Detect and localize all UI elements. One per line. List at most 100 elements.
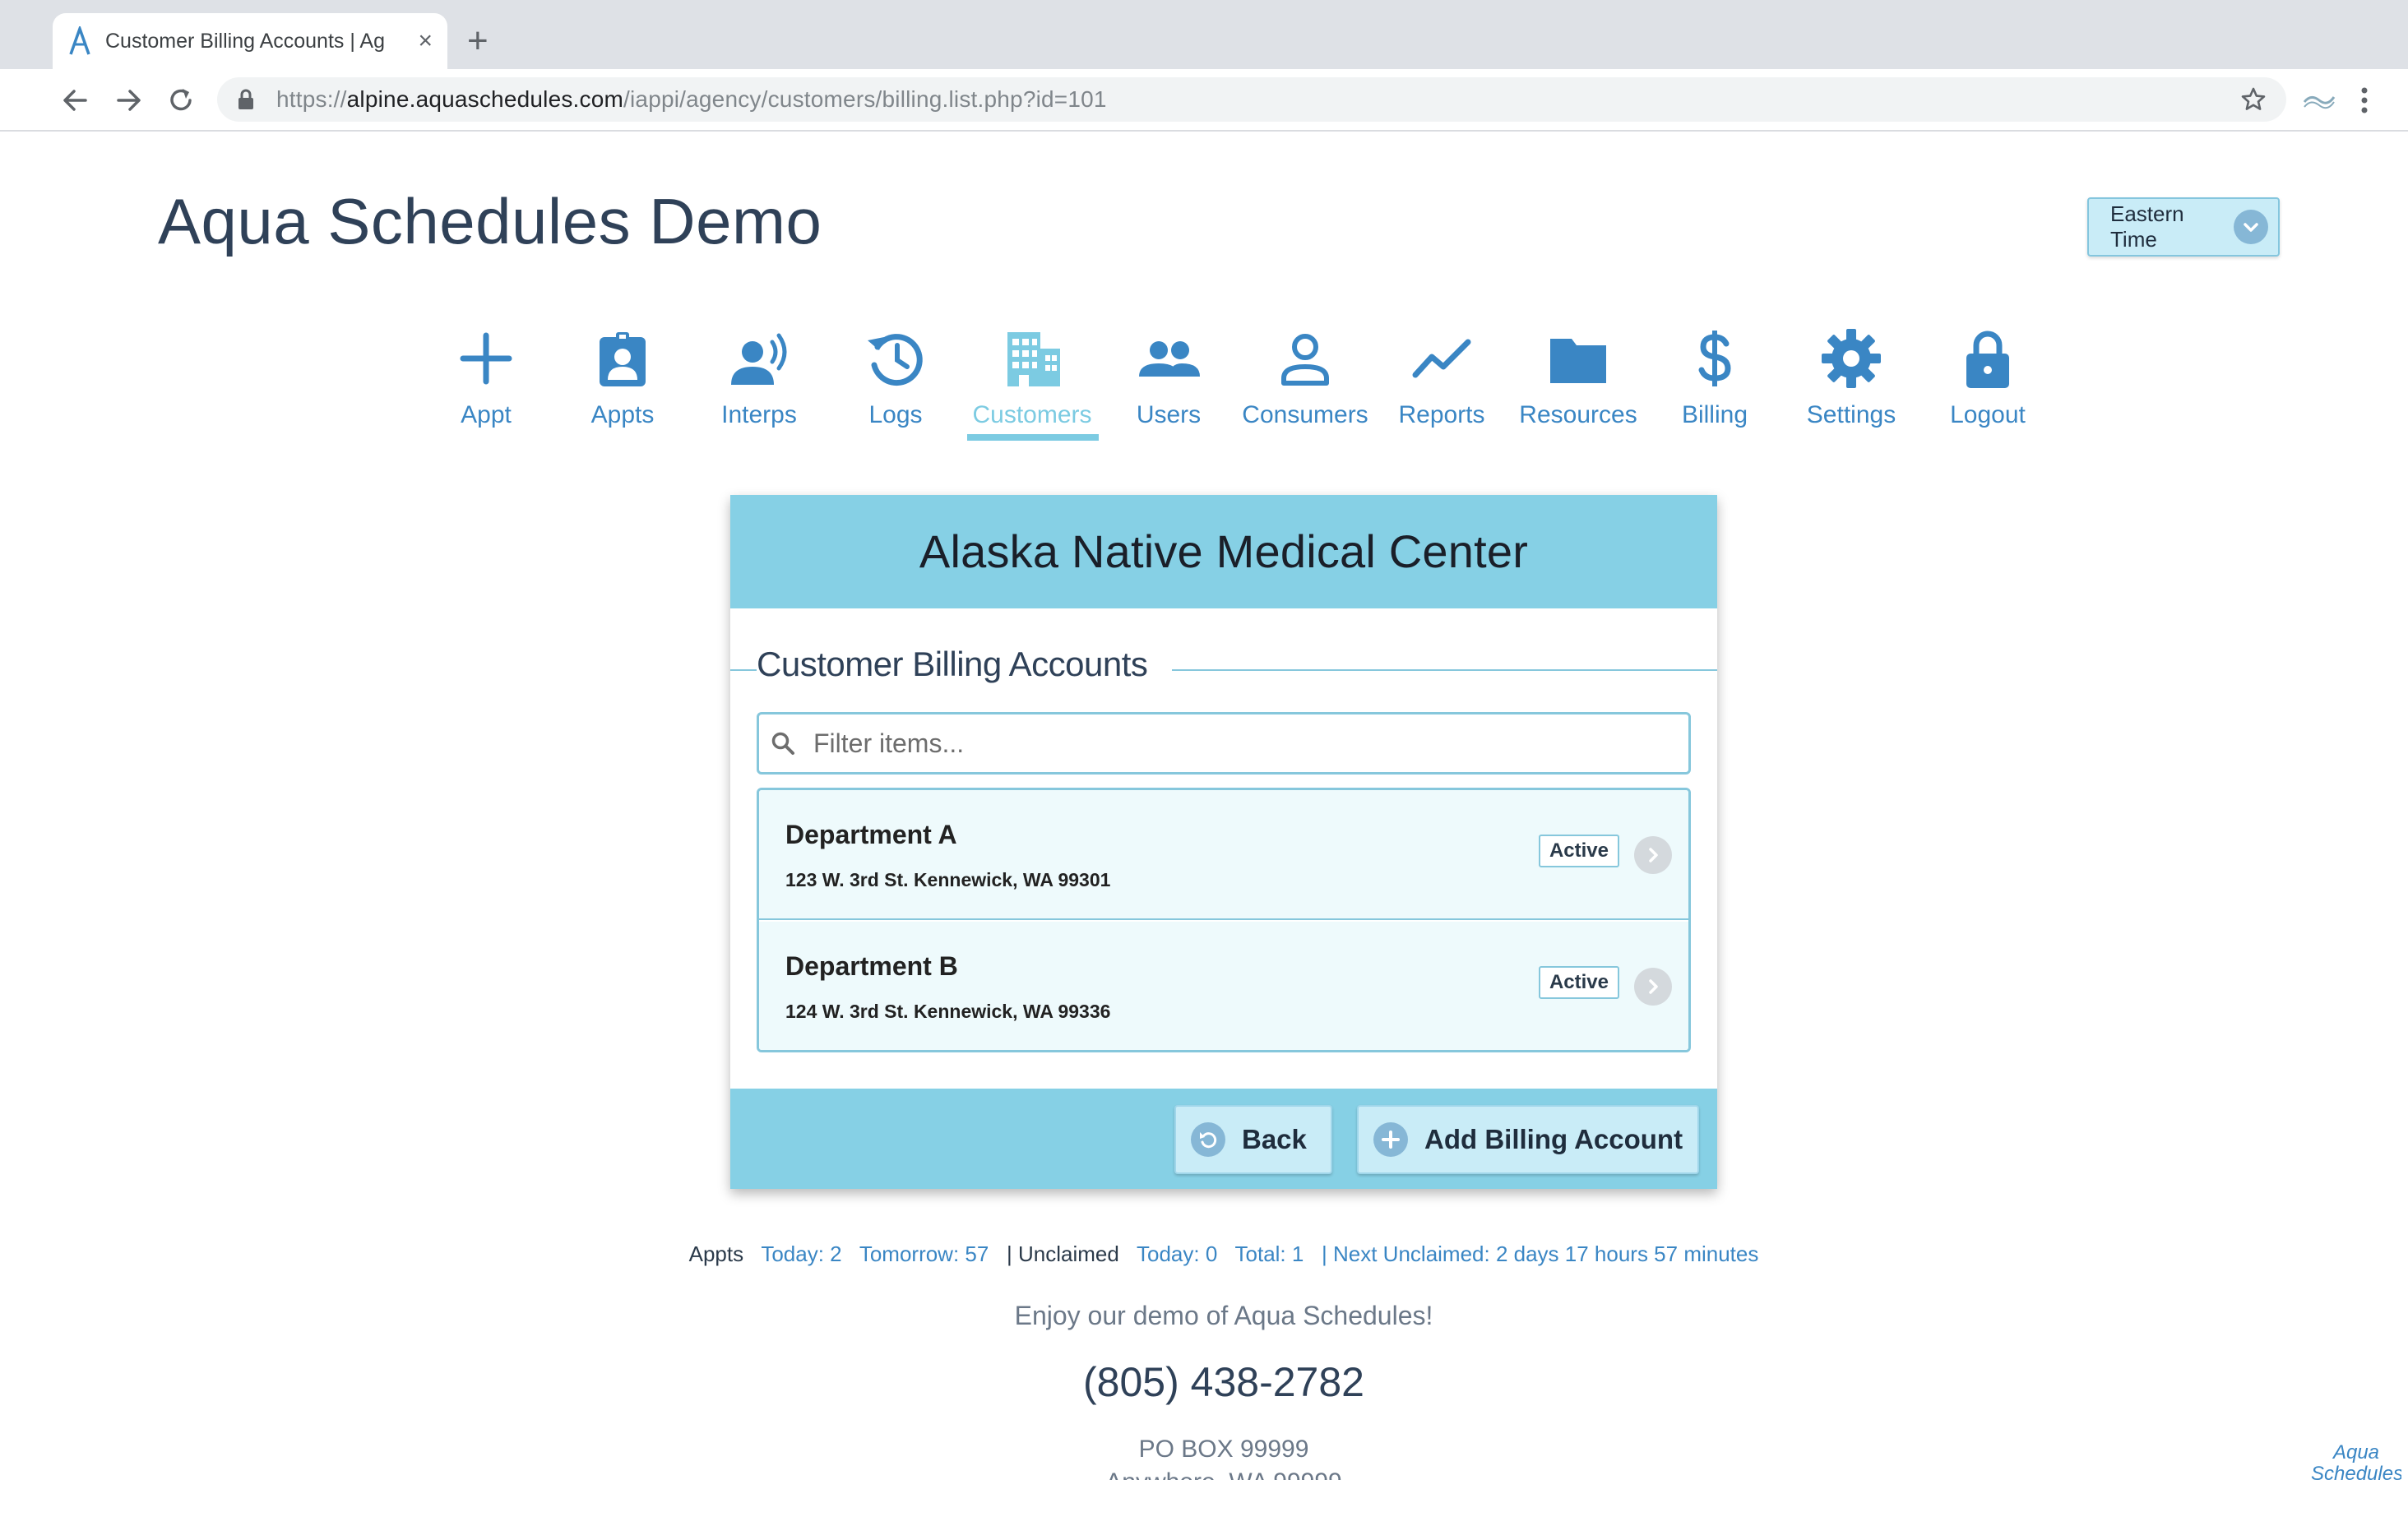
card-header: Alaska Native Medical Center [730, 495, 1717, 608]
users-icon [1139, 341, 1200, 377]
nav-label: Interps [721, 401, 797, 428]
unclaimed-total-link[interactable]: Total: 1 [1235, 1242, 1304, 1266]
active-tab-underline [967, 434, 1099, 441]
appts-tomorrow-link[interactable]: Tomorrow: 57 [859, 1242, 989, 1266]
phone-number[interactable]: (805) 438-2782 [0, 1358, 2408, 1406]
tab-close-icon[interactable]: × [418, 27, 433, 55]
gear-icon [1822, 329, 1881, 388]
lock-icon [1966, 331, 2009, 388]
appointment-stats: Appts Today: 2 Tomorrow: 57 | Unclaimed … [0, 1242, 2408, 1267]
account-name: Department A [785, 820, 957, 849]
nav-label: Logout [1950, 401, 2026, 428]
tab-title: Customer Billing Accounts | Ag [105, 29, 385, 53]
reload-icon[interactable] [163, 82, 199, 118]
section-heading: Customer Billing Accounts [757, 645, 1173, 684]
bookmark-star-icon[interactable] [2240, 86, 2267, 113]
nav-item-appts[interactable]: Appts [554, 326, 691, 429]
logo-text-line1: Aqua [2332, 1442, 2380, 1464]
billing-accounts-card: Alaska Native Medical Center Customer Bi… [730, 495, 1717, 1189]
id-badge-icon [600, 332, 646, 386]
customer-name-title: Alaska Native Medical Center [919, 525, 1529, 577]
plus-circle-icon [1373, 1122, 1408, 1157]
dollar-icon [1698, 331, 1731, 386]
nav-item-users[interactable]: Users [1100, 326, 1237, 429]
unclaimed-today-link[interactable]: Today: 0 [1137, 1242, 1217, 1266]
status-badge: Active [1539, 966, 1619, 999]
nav-item-interps[interactable]: Interps [691, 326, 827, 429]
account-address: 124 W. 3rd St. Kennewick, WA 99336 [785, 1001, 1111, 1022]
nav-item-billing[interactable]: Billing [1646, 326, 1783, 429]
browser-tab-strip: Customer Billing Accounts | Ag × + [0, 0, 2408, 69]
nav-item-resources[interactable]: Resources [1510, 326, 1646, 429]
add-billing-account-label: Add Billing Account [1424, 1124, 1683, 1154]
extension-icon[interactable] [2301, 86, 2337, 113]
browser-toolbar: https://alpine.aquaschedules.com/iappi/a… [0, 69, 2408, 132]
filter-input[interactable] [812, 727, 1688, 760]
chevron-down-icon [2234, 210, 2268, 244]
browser-menu-icon[interactable] [2360, 84, 2369, 117]
status-badge: Active [1539, 835, 1619, 867]
po-box-address: PO BOX 99999 [1138, 1436, 1309, 1463]
aqua-schedules-logo: Aqua Schedules [2311, 1442, 2401, 1480]
nav-item-logs[interactable]: Logs [827, 326, 964, 429]
nav-label: Reports [1398, 401, 1485, 428]
line-chart-icon [1412, 339, 1471, 378]
search-icon [771, 732, 794, 755]
chevron-right-icon[interactable] [1634, 968, 1672, 1006]
appts-today-link[interactable]: Today: 2 [761, 1242, 841, 1266]
nav-label: Logs [868, 401, 923, 428]
history-icon [868, 334, 923, 386]
plus-icon [460, 332, 512, 385]
chevron-right-icon[interactable] [1634, 836, 1672, 874]
user-outline-icon [1281, 334, 1329, 386]
new-tab-button[interactable]: + [467, 18, 489, 64]
nav-label: Appts [590, 401, 655, 428]
nav-label: Resources [1519, 401, 1637, 428]
add-billing-account-button[interactable]: Add Billing Account [1357, 1105, 1699, 1174]
nav-item-appt[interactable]: Appt [418, 326, 554, 429]
browser-tab[interactable]: Customer Billing Accounts | Ag × [53, 13, 447, 69]
nav-item-consumers[interactable]: Consumers [1237, 326, 1373, 429]
logo-text-line2: Schedules [2311, 1463, 2401, 1481]
timezone-select[interactable]: Eastern Time [2087, 197, 2280, 257]
url-prefix: https:// [276, 86, 347, 112]
undo-icon [1191, 1122, 1225, 1157]
building-icon [1007, 332, 1060, 386]
appts-label: Appts [688, 1242, 744, 1266]
account-address: 123 W. 3rd St. Kennewick, WA 99301 [785, 869, 1111, 890]
url-text: https://alpine.aquaschedules.com/iappi/a… [276, 86, 2240, 113]
url-path: /iappi/agency/customers/billing.list.php… [623, 86, 1107, 112]
back-arrow-icon[interactable] [58, 82, 94, 118]
list-item[interactable]: Department A 123 W. 3rd St. Kennewick, W… [759, 790, 1688, 920]
filter-box [757, 712, 1691, 775]
nav-label: Customers [972, 401, 1092, 428]
nav-item-logout[interactable]: Logout [1919, 326, 2056, 429]
back-button[interactable]: Back [1174, 1105, 1332, 1174]
nav-label: Billing [1681, 401, 1748, 428]
timezone-label: Eastern Time [2110, 201, 2184, 252]
billing-account-list: Department A 123 W. 3rd St. Kennewick, W… [757, 788, 1691, 1052]
tagline: Enjoy our demo of Aqua Schedules! [1014, 1301, 1433, 1330]
aqua-favicon-icon [69, 26, 90, 55]
address-bar[interactable]: https://alpine.aquaschedules.com/iappi/a… [217, 77, 2286, 122]
forward-arrow-icon[interactable] [110, 82, 146, 118]
city-address: Anywhere, WA 99999 [0, 1468, 2408, 1480]
back-label: Back [1242, 1124, 1307, 1154]
lock-icon [238, 89, 253, 109]
nav-label: Appt [461, 401, 512, 428]
account-name: Department B [785, 951, 958, 981]
unclaimed-label: | Unclaimed [1007, 1242, 1119, 1266]
nav-label: Consumers [1242, 401, 1368, 428]
nav-item-settings[interactable]: Settings [1783, 326, 1919, 429]
card-footer: Back Add Billing Account [730, 1089, 1717, 1189]
url-host: alpine.aquaschedules.com [346, 86, 624, 112]
folder-icon [1550, 339, 1606, 383]
nav-label: Settings [1806, 401, 1896, 428]
list-item[interactable]: Department B 124 W. 3rd St. Kennewick, W… [759, 922, 1688, 1050]
nav-label: Users [1136, 401, 1202, 428]
main-nav: Appt Appts Interps Logs Customers Users … [418, 326, 2026, 449]
nav-item-reports[interactable]: Reports [1373, 326, 1510, 429]
nav-item-customers[interactable]: Customers [964, 326, 1100, 441]
user-speaking-icon [731, 333, 787, 385]
next-unclaimed-link[interactable]: | Next Unclaimed: 2 days 17 hours 57 min… [1322, 1242, 1758, 1266]
